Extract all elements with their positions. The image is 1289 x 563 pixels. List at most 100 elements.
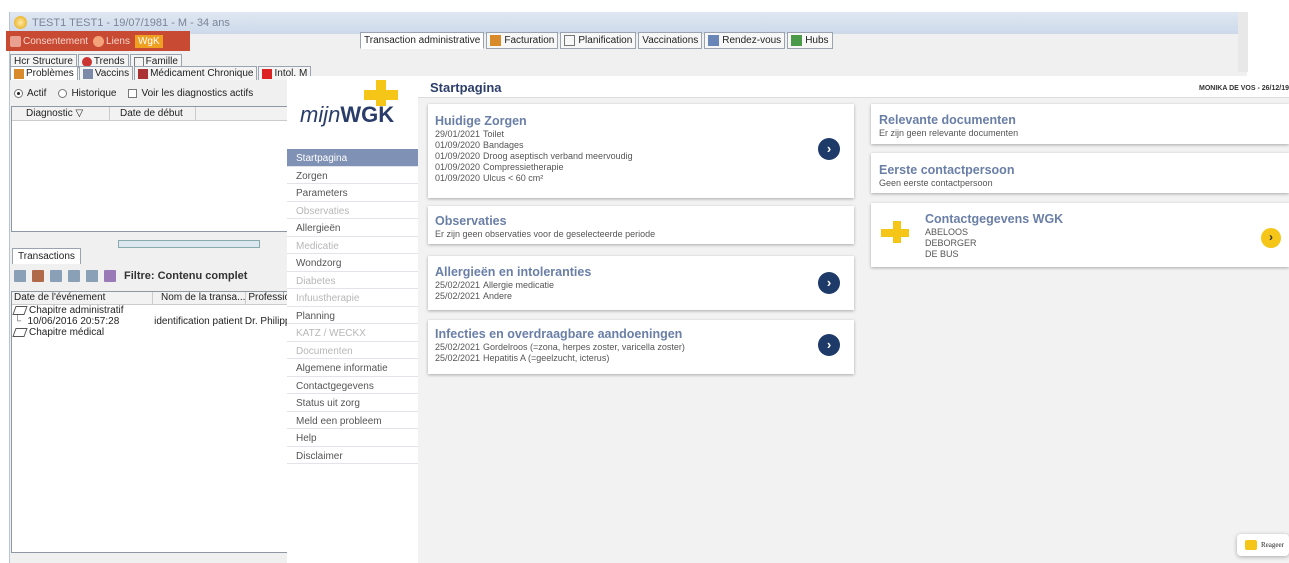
column-date-debut[interactable]: Date de début	[110, 107, 196, 120]
hubs-icon	[791, 35, 803, 46]
mijnwgk-logo[interactable]: mijnWGK	[300, 102, 394, 128]
chat-icon	[1245, 540, 1257, 550]
column-diagnostic[interactable]: Diagnostic ▽	[12, 107, 110, 120]
links-icon	[93, 35, 105, 47]
contact-line: DE BUS	[925, 249, 959, 259]
radio-historique[interactable]: Historique	[58, 88, 116, 99]
sidebar-item-allergie-n[interactable]: Allergieën	[287, 219, 418, 237]
tab-rendez-vous[interactable]: Rendez-vous	[704, 32, 786, 49]
tab-vaccins[interactable]: Vaccins	[78, 66, 134, 80]
page-title: Startpagina	[430, 80, 502, 95]
card-text: Geen eerste contactpersoon	[879, 178, 993, 188]
row-text: Andere	[483, 291, 513, 301]
tab-transaction-administrative[interactable]: Transaction administrative	[360, 32, 485, 49]
horizontal-scrollbar[interactable]	[118, 240, 260, 248]
sidebar-item-documenten[interactable]: Documenten	[287, 342, 418, 359]
card-title: Observaties	[435, 214, 507, 228]
red-cross-icon	[262, 68, 273, 79]
wgk-cross-icon	[881, 221, 909, 243]
row-text: Hepatitis A (=geelzucht, icterus)	[483, 353, 610, 363]
card-relevante-documenten[interactable]: Relevante documenten Er zijn geen releva…	[871, 104, 1289, 144]
table-row[interactable]: └ 10/06/2016 20:57:28 identification pat…	[12, 316, 296, 327]
tab-vaccinations[interactable]: Vaccinations	[638, 32, 703, 49]
row-date: 25/02/2021	[435, 280, 481, 290]
copy-icon[interactable]	[14, 270, 26, 282]
card-row: 29/01/2021 Toilet	[435, 129, 847, 140]
sidebar-item-planning[interactable]: Planning	[287, 307, 418, 324]
trends-icon	[81, 56, 92, 67]
row-text: Toilet	[483, 129, 505, 139]
medical-tabs: Problèmes Vaccins Médicament Chronique I…	[10, 66, 312, 80]
diagnostic-list[interactable]: Diagnostic ▽ Date de début	[11, 106, 297, 232]
sidebar-item-parameters[interactable]: Parameters	[287, 184, 418, 202]
right-tabs: Transaction administrative Facturation P…	[360, 32, 833, 49]
links-button[interactable]: Liens	[93, 35, 130, 47]
people-icon	[14, 68, 24, 79]
sidebar-item-diabetes[interactable]: Diabetes	[287, 272, 418, 289]
row-text: Gordelroos (=zona, herpes zoster, varice…	[483, 342, 685, 352]
column-date-evenement[interactable]: Date de l'événement	[12, 292, 153, 304]
checkbox-icon	[128, 89, 138, 98]
sidebar-item-disclaimer[interactable]: Disclaimer	[287, 447, 418, 464]
tree-icon[interactable]	[86, 270, 98, 282]
row-date: 25/02/2021	[435, 291, 481, 301]
sidebar-item-help[interactable]: Help	[287, 429, 418, 447]
card-title: Contactgegevens WGK	[925, 212, 1064, 226]
tab-problemes[interactable]: Problèmes	[10, 66, 78, 80]
open-arrow-icon[interactable]: ›	[818, 138, 840, 160]
tab-facturation[interactable]: Facturation	[486, 32, 559, 49]
tab-planification[interactable]: Planification	[560, 32, 637, 49]
card-huidige-zorgen[interactable]: Huidige Zorgen 29/01/2021 Toilet 01/09/202…	[428, 104, 854, 198]
diagnostic-filter: Actif Historique Voir les diagnostics ac…	[14, 88, 253, 99]
diagnostic-list-header: Diagnostic ▽ Date de début	[12, 107, 296, 121]
chapter-icon	[12, 328, 28, 337]
feedback-button[interactable]: Reageer	[1237, 534, 1289, 556]
row-name: identification patient	[154, 316, 243, 327]
tree-node[interactable]: Chapitre administratif	[12, 305, 296, 316]
open-arrow-icon[interactable]: ›	[1261, 228, 1281, 248]
consent-button[interactable]: Consentement	[10, 35, 88, 47]
column-nom-transaction[interactable]: Nom de la transa...	[153, 292, 247, 304]
filter-label: Filtre: Contenu complet	[124, 270, 248, 282]
card-row: 25/02/2021 Allergie medicatie	[435, 280, 847, 291]
card-rows: 25/02/2021 Gordelroos (=zona, herpes zost…	[435, 342, 847, 364]
tab-medicament-chronique[interactable]: Médicament Chronique	[134, 66, 258, 80]
card-observaties[interactable]: Observaties Er zijn geen observaties voo…	[428, 206, 854, 244]
sidebar-item-meld-een-probleem[interactable]: Meld een probleem	[287, 412, 418, 429]
card-allergieen[interactable]: Allergieën en intoleranties 25/02/2021 Al…	[428, 256, 854, 310]
tab-transactions[interactable]: Transactions	[12, 248, 81, 264]
grid-icon[interactable]	[68, 270, 80, 282]
sidebar-item-observaties[interactable]: Observaties	[287, 202, 418, 219]
card-contactgegevens-wgk[interactable]: Contactgegevens WGK ABELOOS DEBORGER DE …	[871, 203, 1289, 267]
sidebar-item-status-uit-zorg[interactable]: Status uit zorg	[287, 394, 418, 412]
tools-icon[interactable]	[32, 270, 44, 282]
sidebar-item-katz-weckx[interactable]: KATZ / WECKX	[287, 324, 418, 342]
patient-toolbar: Consentement Liens WgK	[6, 31, 190, 51]
row-date: 29/01/2021	[435, 129, 481, 139]
sidebar-item-medicatie[interactable]: Medicatie	[287, 237, 418, 254]
radio-actif[interactable]: Actif	[14, 88, 46, 99]
open-arrow-icon[interactable]: ›	[818, 334, 840, 356]
sidebar-item-zorgen[interactable]: Zorgen	[287, 167, 418, 184]
sidebar-item-contactgegevens[interactable]: Contactgegevens	[287, 377, 418, 394]
card-infecties[interactable]: Infecties en overdraagbare aandoeningen …	[428, 320, 854, 374]
card-row: 25/02/2021 Andere	[435, 291, 847, 302]
row-text: Allergie medicatie	[483, 280, 555, 290]
window-edge	[1238, 12, 1248, 72]
checkbox-active-diagnostics[interactable]: Voir les diagnostics actifs	[128, 88, 253, 99]
sidebar-item-algemene-informatie[interactable]: Algemene informatie	[287, 359, 418, 377]
card-eerste-contactpersoon[interactable]: Eerste contactpersoon Geen eerste contac…	[871, 153, 1289, 193]
wgk-button[interactable]: WgK	[134, 34, 163, 48]
sidebar-item-infuustherapie[interactable]: Infuustherapie	[287, 289, 418, 307]
tree-node[interactable]: Chapitre médical	[12, 327, 296, 338]
document-icon[interactable]	[50, 270, 62, 282]
tab-hubs[interactable]: Hubs	[787, 32, 833, 49]
open-arrow-icon[interactable]: ›	[818, 272, 840, 294]
card-title: Infecties en overdraagbare aandoeningen	[435, 327, 683, 341]
syringe-icon	[82, 68, 93, 79]
card-row: 01/09/2020 Droog aseptisch verband meervo…	[435, 151, 847, 162]
filter-icon[interactable]	[104, 270, 116, 282]
sidebar-item-startpagina[interactable]: Startpagina	[287, 149, 418, 167]
transactions-toolbar: Filtre: Contenu complet	[14, 270, 247, 282]
sidebar-item-wondzorg[interactable]: Wondzorg	[287, 254, 418, 272]
